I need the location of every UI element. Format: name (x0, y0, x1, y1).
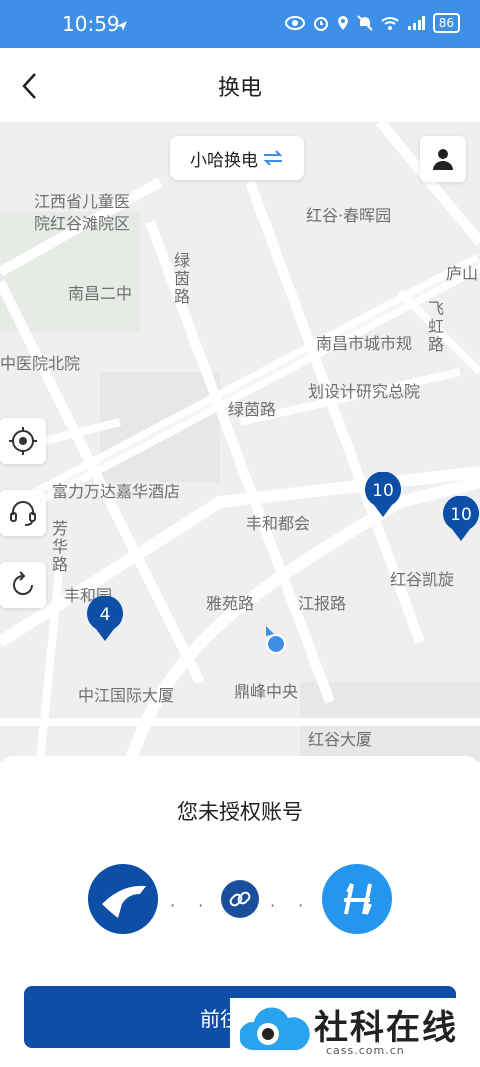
map-view[interactable]: 小哈换电 江西省儿童医 院红谷滩院区 红谷·春晖园 绿茵路 南昌二中 庐山 飞虹… (0, 122, 480, 762)
map-label: 芳华路 (49, 520, 68, 574)
map-label: 丰和都会 (246, 514, 311, 533)
refresh-button[interactable] (0, 562, 46, 608)
swap-arrows-icon (263, 150, 283, 166)
send-icon (117, 21, 127, 31)
watermark-text: 社科在线 (314, 1008, 458, 1048)
nav-bar: 换电 (0, 48, 480, 122)
alarm-icon (313, 17, 328, 31)
locate-icon (9, 427, 37, 455)
haluo-logo-icon (322, 864, 392, 934)
mute-icon (357, 15, 373, 31)
map-label: 雅苑路 (206, 594, 255, 613)
customer-service-icon (10, 501, 36, 526)
map-label: 庐山 (446, 264, 479, 283)
watermark-url: cass.com.cn (326, 1044, 405, 1057)
user-profile-button[interactable] (420, 136, 466, 182)
station-marker[interactable]: 10 (364, 471, 402, 518)
map-label: 南昌二中 (68, 284, 133, 303)
user-location-dot (266, 634, 286, 654)
map-label: 绿茵路 (228, 400, 277, 419)
refresh-icon (13, 571, 33, 595)
map-label: 红谷大厦 (308, 730, 373, 749)
link-icon (221, 880, 259, 918)
map-label: 鼎峰中央 (234, 682, 299, 701)
map-label: 南昌市城市规 (316, 334, 413, 353)
station-marker[interactable]: 4 (86, 595, 124, 642)
customer-service-button[interactable] (0, 490, 46, 536)
status-time: 10:59 (62, 12, 120, 36)
map-label: 中江国际大厦 (78, 686, 175, 705)
signal-icon (407, 16, 425, 30)
map-label: 富力万达嘉华酒店 (52, 482, 181, 501)
status-bar: 10:59 86 (0, 0, 480, 48)
map-label: 院红谷滩院区 (34, 214, 131, 233)
wifi-icon (381, 17, 399, 30)
brand-switch-label: 小哈换电 (190, 150, 258, 171)
map-label: 划设计研究总院 (308, 382, 421, 401)
map-label: 江报路 (298, 594, 347, 613)
station-marker[interactable]: 10 (442, 495, 480, 542)
marker-count: 10 (450, 505, 472, 525)
page-title: 换电 (217, 76, 262, 101)
marker-count: 4 (99, 605, 111, 625)
map-label: 红谷凯旋 (390, 570, 455, 589)
battery-icon: 86 (432, 13, 460, 33)
map-label: 绿茵路 (171, 252, 190, 306)
marker-count: 10 (372, 481, 394, 501)
brand-switch-button[interactable]: 小哈换电 (170, 136, 304, 180)
watermark: 社科在线 cass.com.cn (230, 998, 470, 1062)
cloud-logo-icon (240, 1007, 310, 1050)
map-label: 飞虹路 (425, 300, 444, 354)
locate-button[interactable] (0, 418, 46, 464)
map-label: 中医院北院 (0, 354, 81, 373)
map-label: 红谷·春晖园 (306, 206, 392, 225)
user-icon (433, 149, 453, 170)
eye-icon (284, 16, 305, 30)
airline-logo-icon (88, 864, 158, 934)
map-label: 江西省儿童医 (34, 192, 131, 211)
sheet-title: 您未授权账号 (177, 800, 303, 824)
status-icons: 86 (284, 13, 460, 33)
location-icon (337, 16, 348, 30)
